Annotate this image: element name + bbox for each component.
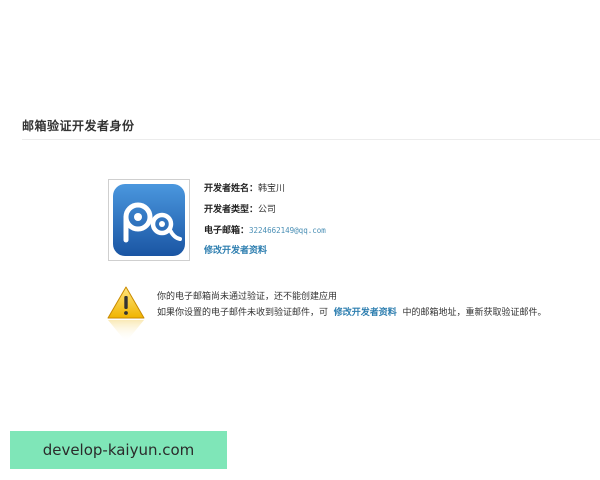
warning-icon	[107, 286, 145, 342]
notice-line-2: 如果你设置的电子邮件未收到验证邮件，可 修改开发者资料 中的邮箱地址，重新获取验…	[157, 305, 547, 318]
notice-edit-profile-link[interactable]: 修改开发者资料	[334, 308, 397, 318]
developer-type-row: 开发者类型：公司	[204, 204, 276, 216]
developer-type-value: 公司	[258, 205, 277, 215]
developer-edit-row: 修改开发者资料	[204, 245, 267, 257]
notice-line-1: 你的电子邮箱尚未通过验证，还不能创建应用	[157, 292, 338, 302]
developer-name-row: 开发者姓名：韩宝川	[204, 183, 285, 195]
developer-email-value: 3224662149@qq.com	[249, 226, 326, 235]
notice-text-before: 如果你设置的电子邮件未收到验证邮件，可	[157, 308, 329, 318]
developer-name-value: 韩宝川	[258, 184, 286, 194]
title-divider	[22, 139, 600, 140]
developer-type-label: 开发者类型：	[204, 205, 259, 215]
developer-email-label: 电子邮箱：	[204, 226, 250, 236]
edit-developer-profile-link[interactable]: 修改开发者资料	[204, 246, 267, 256]
app-logo-icon	[113, 184, 185, 256]
app-icon-frame	[108, 179, 190, 261]
developer-name-label: 开发者姓名：	[204, 184, 259, 194]
notice-text-after: 中的邮箱地址，重新获取验证邮件。	[402, 308, 547, 318]
developer-email-row: 电子邮箱：3224662149@qq.com	[204, 225, 326, 237]
page-title: 邮箱验证开发者身份	[22, 119, 135, 133]
watermark: develop-kaiyun.com	[10, 431, 227, 469]
